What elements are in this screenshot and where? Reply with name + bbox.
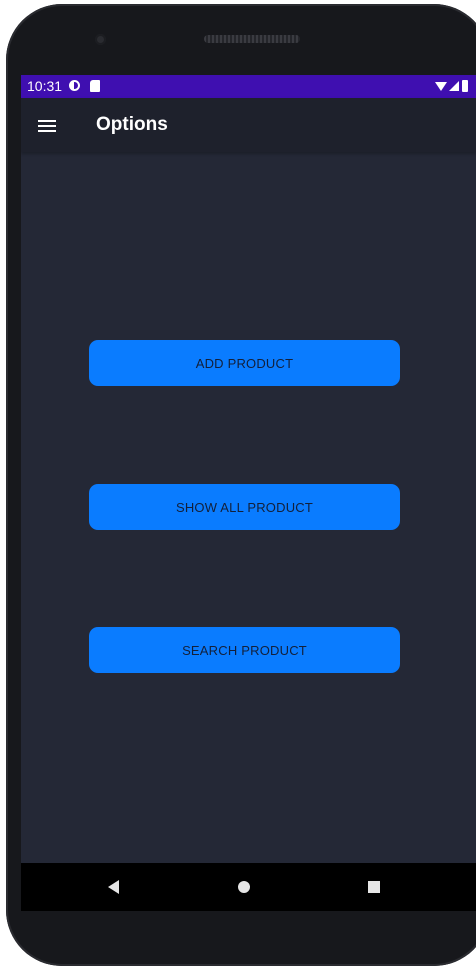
sd-card-icon bbox=[90, 80, 100, 92]
system-nav-bar bbox=[21, 863, 476, 911]
earpiece-speaker bbox=[204, 35, 300, 43]
app-bar: Options bbox=[21, 98, 476, 152]
back-icon[interactable] bbox=[108, 880, 119, 894]
notification-icon bbox=[69, 80, 80, 91]
search-product-button[interactable]: SEARCH PRODUCT bbox=[89, 627, 400, 673]
status-bar: 10:31 bbox=[21, 75, 476, 98]
page-title: Options bbox=[96, 114, 168, 135]
hamburger-menu-icon[interactable] bbox=[38, 120, 56, 132]
add-product-button[interactable]: ADD PRODUCT bbox=[89, 340, 400, 386]
home-icon[interactable] bbox=[238, 881, 250, 893]
battery-icon bbox=[462, 80, 468, 92]
front-camera bbox=[95, 34, 106, 45]
recents-icon[interactable] bbox=[368, 881, 380, 893]
show-all-product-button[interactable]: SHOW ALL PRODUCT bbox=[89, 484, 400, 530]
wifi-icon bbox=[435, 82, 447, 91]
cell-signal-icon bbox=[449, 81, 459, 91]
app-screen: 10:31 Options ADD PRODUCT SHOW ALL PRODU… bbox=[21, 75, 476, 863]
status-time: 10:31 bbox=[27, 78, 63, 94]
